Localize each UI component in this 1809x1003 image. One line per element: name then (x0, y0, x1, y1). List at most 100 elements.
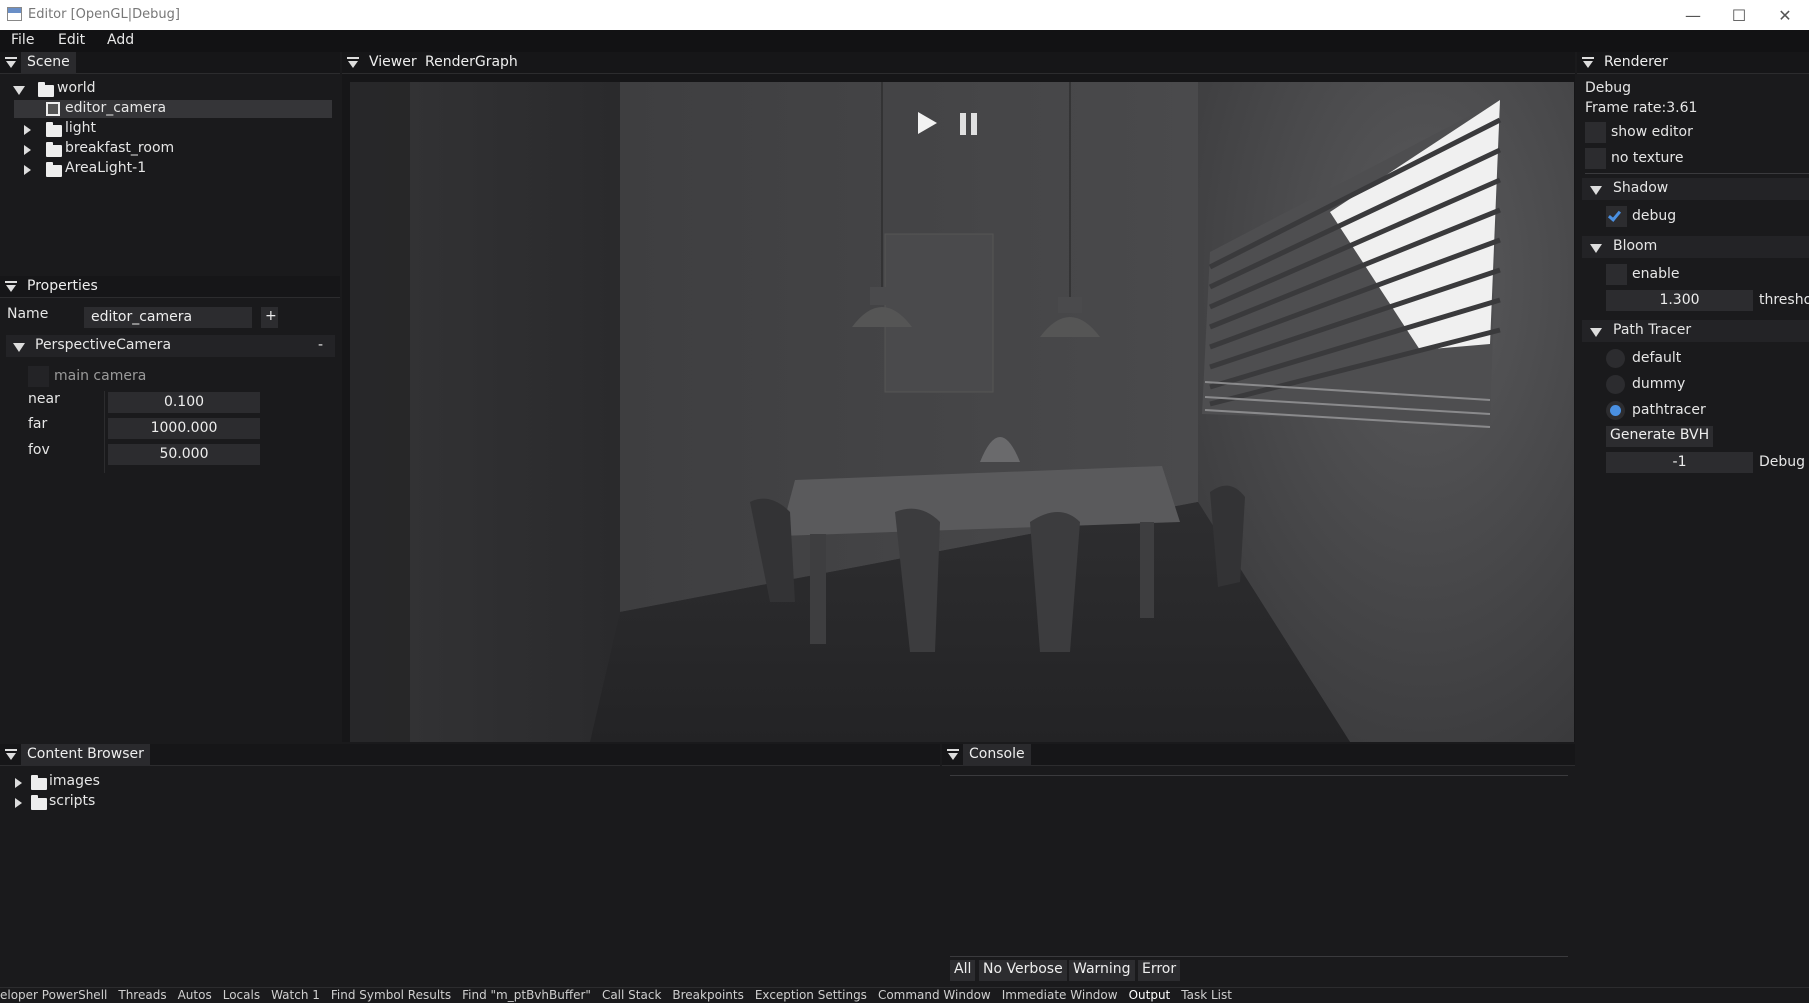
fov-input[interactable]: 50.000 (108, 444, 260, 465)
generate-bvh-button[interactable]: Generate BVH (1606, 426, 1714, 447)
name-label: Name (7, 306, 49, 322)
collapse-arrow-icon[interactable] (1590, 328, 1602, 337)
tree-item-editor-camera[interactable]: editor_camera (65, 100, 166, 116)
ide-tab-item[interactable]: Find Symbol Results (331, 988, 451, 1002)
ide-tab-item[interactable]: eloper PowerShell (0, 988, 107, 1002)
collapse-arrow-icon[interactable] (13, 343, 25, 352)
near-input[interactable]: 0.100 (108, 392, 260, 413)
collapse-arrow-icon[interactable] (1590, 186, 1602, 195)
ide-tab-item[interactable]: Autos (178, 988, 212, 1002)
tab-scene[interactable]: Scene (21, 52, 76, 74)
menu-file[interactable]: File (11, 32, 34, 48)
properties-panel: Properties Name editor_camera + Perspect… (0, 276, 340, 741)
filter-error-button[interactable]: Error (1138, 960, 1181, 981)
tab-console[interactable]: Console (963, 744, 1031, 766)
renderer-panel: Renderer Debug Frame rate:3.61 show edit… (1577, 52, 1809, 989)
tab-rendergraph[interactable]: RenderGraph (419, 52, 524, 74)
collapse-arrow-icon[interactable] (1590, 244, 1602, 253)
content-item-scripts[interactable]: scripts (49, 793, 95, 809)
radio-default[interactable] (1606, 349, 1625, 368)
ide-tab-item[interactable]: Exception Settings (755, 988, 867, 1002)
radio-dummy-label: dummy (1632, 376, 1686, 392)
maximize-icon[interactable]: ☐ (1716, 2, 1762, 28)
pathtracer-title: Path Tracer (1613, 322, 1692, 338)
debug-index-input[interactable]: -1 (1606, 452, 1753, 473)
render-viewport[interactable] (350, 82, 1574, 742)
bloom-title: Bloom (1613, 238, 1658, 254)
no-texture-label: no texture (1611, 150, 1684, 166)
tree-item-selected[interactable] (14, 100, 332, 118)
menu-bar: File Edit Add (0, 30, 1809, 52)
radio-selected-dot (1610, 405, 1621, 416)
main-camera-checkbox[interactable] (28, 366, 49, 387)
expand-arrow-icon[interactable] (15, 778, 22, 788)
console-log-area[interactable] (950, 778, 1568, 948)
ide-tab-item[interactable]: Command Window (878, 988, 991, 1002)
ide-tab-item[interactable]: Breakpoints (672, 988, 743, 1002)
add-component-button[interactable]: + (261, 307, 278, 328)
minimize-icon[interactable]: — (1670, 2, 1716, 28)
viewer-panel: Viewer RenderGraph (342, 52, 1575, 742)
ide-tab-item[interactable]: Find "m_ptBvhBuffer" (462, 988, 591, 1002)
bloom-threshold-input[interactable]: 1.300 (1606, 290, 1753, 311)
panel-menu-icon[interactable] (5, 57, 17, 69)
expand-arrow-icon[interactable] (24, 125, 31, 135)
ide-tab-item[interactable]: Task List (1181, 988, 1232, 1002)
tab-content-browser[interactable]: Content Browser (21, 744, 150, 766)
render-scene-image (350, 82, 1574, 742)
radio-pathtracer[interactable] (1606, 401, 1625, 420)
collapse-arrow-icon[interactable] (13, 86, 25, 95)
filter-no-verbose-button[interactable]: No Verbose (979, 960, 1067, 981)
render-mode-label: Debug (1585, 80, 1632, 96)
tree-item-breakfast-room[interactable]: breakfast_room (65, 140, 174, 156)
close-icon[interactable]: ✕ (1762, 2, 1808, 28)
ide-tab-item[interactable]: Call Stack (602, 988, 661, 1002)
panel-menu-icon[interactable] (947, 749, 959, 761)
console-header: Console (942, 744, 1575, 766)
panel-menu-icon[interactable] (1582, 57, 1594, 69)
panel-menu-icon[interactable] (5, 749, 17, 761)
expand-arrow-icon[interactable] (24, 145, 31, 155)
separator (1585, 173, 1809, 174)
filter-warning-button[interactable]: Warning (1069, 960, 1135, 981)
cube-icon (46, 102, 60, 116)
remove-component-button[interactable]: - (318, 337, 323, 353)
folder-icon (46, 122, 62, 137)
name-input[interactable]: editor_camera (84, 307, 252, 328)
radio-dummy[interactable] (1606, 375, 1625, 394)
expand-arrow-icon[interactable] (15, 798, 22, 808)
far-input[interactable]: 1000.000 (108, 418, 260, 439)
ide-tab-item[interactable]: Threads (118, 988, 166, 1002)
tree-item-light[interactable]: light (65, 120, 96, 136)
ide-tab-item[interactable]: Watch 1 (271, 988, 320, 1002)
panel-menu-icon[interactable] (5, 281, 17, 293)
filter-all-button[interactable]: All (950, 960, 976, 981)
ide-tab-item[interactable]: Locals (223, 988, 260, 1002)
panel-menu-icon[interactable] (347, 57, 359, 69)
console-panel: Console All No Verbose Warning Error (942, 744, 1575, 987)
bloom-enable-checkbox[interactable] (1606, 264, 1627, 285)
menu-add[interactable]: Add (107, 32, 134, 48)
bloom-threshold-label: thresho (1759, 292, 1809, 308)
tab-renderer[interactable]: Renderer (1598, 52, 1674, 74)
tree-item-world[interactable]: world (57, 80, 96, 96)
folder-icon (38, 82, 54, 97)
shadow-debug-checkbox[interactable] (1606, 206, 1627, 227)
play-icon[interactable] (918, 112, 937, 134)
ide-tab-item[interactable]: Immediate Window (1002, 988, 1118, 1002)
expand-arrow-icon[interactable] (24, 165, 31, 175)
viewer-header: Viewer RenderGraph (342, 52, 1575, 74)
scene-header: Scene (0, 52, 340, 74)
content-item-images[interactable]: images (49, 773, 100, 789)
tab-viewer[interactable]: Viewer (363, 52, 423, 74)
tree-item-arealight[interactable]: AreaLight-1 (65, 160, 146, 176)
menu-edit[interactable]: Edit (58, 32, 85, 48)
window-title: Editor [OpenGL|Debug] (28, 7, 180, 22)
no-texture-checkbox[interactable] (1585, 148, 1606, 169)
tab-properties[interactable]: Properties (21, 276, 104, 298)
fov-label: fov (28, 442, 50, 458)
radio-pathtracer-label: pathtracer (1632, 402, 1706, 418)
ide-tab-item[interactable]: Output (1129, 988, 1171, 1002)
pause-icon[interactable] (960, 113, 978, 135)
show-editor-checkbox[interactable] (1585, 122, 1606, 143)
